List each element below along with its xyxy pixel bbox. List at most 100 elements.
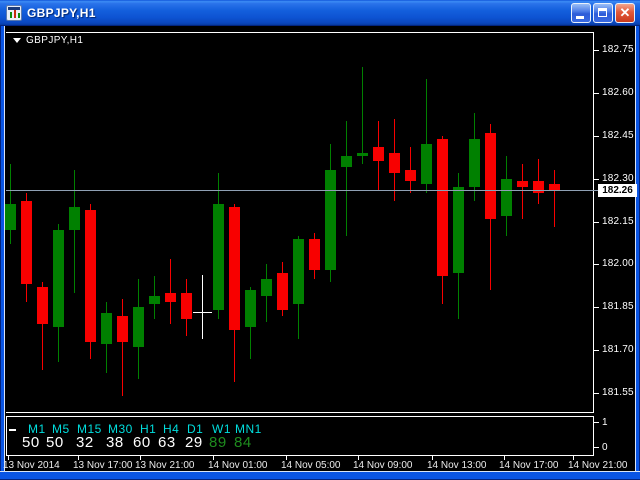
- window-title: GBPJPY,H1: [27, 5, 96, 20]
- price-axis-label: 182.00: [602, 258, 634, 270]
- bearish-candle: [181, 292, 192, 319]
- subwindow-handle-dash: [9, 429, 16, 431]
- price-axis-label: 181.55: [602, 387, 634, 398]
- crosshair-cursor-horizontal: [193, 312, 212, 313]
- timeframe-value: 50: [22, 434, 40, 451]
- time-axis-label: 13 Nov 21:00: [135, 460, 195, 471]
- bullish-candle: [245, 290, 256, 328]
- subwindow-scale-top: 1: [602, 417, 608, 428]
- timeframe-value: 38: [106, 434, 124, 451]
- time-axis-label: 14 Nov 05:00: [281, 460, 341, 471]
- time-axis-label: 13 Nov 17:00: [73, 460, 133, 471]
- price-axis-label: 182.30: [602, 172, 634, 184]
- window-border-bottom[interactable]: [0, 471, 640, 480]
- bearish-candle: [405, 170, 416, 182]
- bullish-candle: [293, 238, 304, 305]
- crosshair-cursor-vertical: [202, 275, 203, 339]
- close-icon: ✕: [619, 4, 631, 20]
- time-axis-label: 13 Nov 2014: [3, 460, 60, 471]
- bullish-candle: [453, 187, 464, 273]
- timeframe-value: 60: [133, 434, 151, 451]
- bearish-candle: [485, 132, 496, 219]
- price-axis-tick: [594, 135, 599, 137]
- bearish-candle: [21, 201, 32, 285]
- time-axis-label: 14 Nov 13:00: [427, 460, 487, 471]
- window-border-right: [635, 26, 640, 480]
- bearish-candle: [517, 181, 528, 188]
- chart-window-icon: [6, 4, 22, 21]
- bearish-candle: [389, 152, 400, 173]
- bullish-candle: [341, 155, 352, 168]
- price-axis-tick: [594, 221, 599, 223]
- bullish-candle: [213, 204, 224, 311]
- maximize-button[interactable]: [593, 2, 613, 23]
- time-axis-label: 14 Nov 09:00: [353, 460, 413, 471]
- time-axis-label: 14 Nov 01:00: [208, 460, 268, 471]
- price-axis-label: 182.45: [602, 129, 634, 141]
- window-controls: ✕: [571, 2, 635, 23]
- candle-wick: [554, 170, 555, 228]
- price-axis-tick: [594, 350, 599, 352]
- close-button[interactable]: ✕: [615, 2, 635, 23]
- current-price-line: [6, 190, 598, 191]
- maximize-icon: [598, 7, 607, 17]
- price-axis-label: 182.75: [602, 44, 634, 55]
- subwindow-tick: [594, 422, 599, 423]
- bearish-candle: [437, 138, 448, 276]
- timeframe-value: 63: [158, 434, 176, 451]
- bullish-candle: [5, 204, 16, 231]
- bullish-candle: [101, 312, 112, 345]
- bearish-candle: [165, 292, 176, 302]
- time-axis-label: 14 Nov 21:00: [568, 460, 628, 471]
- price-axis-tick: [594, 307, 599, 309]
- current-price-label: 182.26: [598, 184, 637, 197]
- candle-wick: [346, 121, 347, 236]
- bearish-candle: [277, 272, 288, 311]
- candle-wick: [122, 298, 123, 396]
- bearish-candle: [85, 210, 96, 342]
- chart-symbol-label: GBPJPY,H1: [26, 35, 84, 46]
- bearish-candle: [229, 207, 240, 331]
- minimize-button[interactable]: [571, 2, 591, 23]
- subwindow-scale-bottom: 0: [602, 442, 608, 453]
- candle-wick: [74, 170, 75, 293]
- candle-wick: [522, 164, 523, 219]
- timeframe-value: 50: [46, 434, 64, 451]
- bullish-candle: [325, 170, 336, 271]
- bullish-candle: [53, 230, 64, 328]
- bullish-candle: [133, 307, 144, 348]
- window-titlebar[interactable]: GBPJPY,H1 ✕: [0, 0, 640, 26]
- price-axis-tick: [594, 178, 599, 180]
- price-axis-tick: [594, 264, 599, 266]
- timeframe-value: 29: [185, 434, 203, 451]
- price-axis-tick: [594, 393, 599, 394]
- timeframe-value: 32: [76, 434, 94, 451]
- bullish-candle: [469, 138, 480, 188]
- bearish-candle: [533, 181, 544, 193]
- price-axis-label: 182.60: [602, 86, 634, 98]
- price-axis-label: 181.85: [602, 301, 634, 313]
- chart-window: GBPJPY,H1 ✕ GBPJPY,H1 182.75 182.60 182.45…: [0, 0, 640, 480]
- bullish-candle: [421, 144, 432, 185]
- bearish-candle: [373, 147, 384, 162]
- minimize-icon: [576, 15, 584, 19]
- timeframe-value: 89: [209, 434, 227, 451]
- price-axis-tick: [594, 92, 599, 94]
- bullish-candle: [69, 207, 80, 231]
- bullish-candle: [261, 278, 272, 296]
- price-axis-tick: [594, 50, 599, 51]
- window-border-left: [0, 26, 5, 480]
- price-axis-label: 182.15: [602, 215, 634, 227]
- chevron-down-icon: [13, 38, 21, 43]
- bearish-candle: [117, 315, 128, 342]
- timeframe-value: 84: [234, 434, 252, 451]
- bullish-candle: [501, 178, 512, 216]
- bullish-candle: [149, 295, 160, 305]
- price-axis-label: 181.70: [602, 344, 634, 356]
- candle-wick: [170, 258, 171, 325]
- time-axis-label: 14 Nov 17:00: [499, 460, 559, 471]
- candle-wick: [362, 67, 363, 165]
- subwindow-tick: [594, 447, 599, 448]
- bearish-candle: [309, 238, 320, 271]
- bearish-candle: [37, 287, 48, 325]
